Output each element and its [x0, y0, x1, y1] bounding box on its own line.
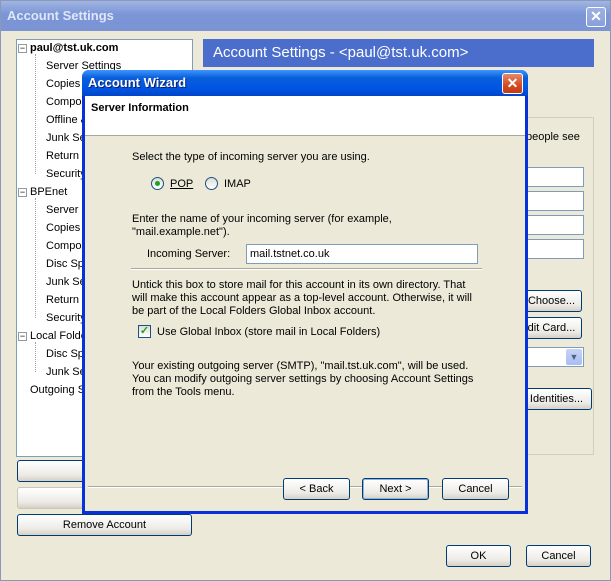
ok-button[interactable]: OK [446, 545, 511, 567]
smtp-info-line3: from the Tools menu. [132, 386, 235, 398]
choose-button[interactable]: Choose... [521, 290, 582, 312]
partial-label: people see [526, 131, 580, 143]
close-icon[interactable]: ✕ [586, 7, 606, 27]
pop-label-text: POP [170, 178, 194, 190]
text-field[interactable] [521, 215, 584, 235]
tree-item[interactable]: Junk Se [46, 274, 86, 290]
next-button[interactable]: Next > [362, 478, 429, 500]
pop-radio[interactable] [151, 177, 164, 190]
smtp-info-line1: Your existing outgoing server (SMTP), "m… [132, 360, 469, 372]
imap-label-text: IMAP [224, 178, 251, 190]
collapse-icon[interactable]: − [18, 332, 27, 341]
text-field[interactable] [521, 167, 584, 187]
tree-connector [35, 342, 36, 372]
global-inbox-info-line1: Untick this box to store mail for this a… [132, 279, 466, 291]
global-inbox-label[interactable]: Use Global Inbox (store mail in Local Fo… [157, 326, 380, 339]
smtp-info-line2: You can modify outgoing server settings … [132, 373, 474, 385]
tree-local-folders[interactable]: Local Folde [30, 328, 87, 344]
pop-label[interactable]: POP [170, 178, 193, 191]
back-button[interactable]: < Back [283, 478, 350, 500]
edit-card-button[interactable]: dit Card... [521, 317, 582, 339]
collapse-icon[interactable]: − [18, 44, 27, 53]
account-settings-title: Account Settings [7, 8, 114, 23]
text-field[interactable] [521, 239, 584, 259]
tree-item[interactable]: Security [46, 310, 86, 326]
cancel-button[interactable]: Cancel [526, 545, 591, 567]
wizard-page-title: Server Information [91, 102, 189, 114]
tree-item[interactable]: Junk Se [46, 364, 86, 380]
manage-identities-button[interactable]: Identities... [521, 388, 592, 410]
remove-account-button[interactable]: Remove Account [17, 514, 192, 536]
global-inbox-info-line2: will make this account appear as a top-l… [132, 292, 472, 304]
global-inbox-checkbox[interactable]: ✓ [138, 325, 151, 338]
wizard-page-header: Server Information [85, 96, 525, 136]
global-inbox-info-line3: be part of the Local Folders Global Inbo… [132, 305, 376, 317]
tree-item[interactable]: Return [46, 292, 79, 308]
smtp-select[interactable]: ▼ [521, 347, 584, 367]
section-divider [131, 268, 482, 270]
server-type-prompt: Select the type of incoming server you a… [132, 151, 370, 163]
account-settings-header: Account Settings - <paul@tst.uk.com> [203, 39, 594, 67]
wizard-title: Account Wizard [88, 75, 187, 90]
text-field[interactable] [521, 191, 584, 211]
server-name-prompt-example: "mail.example.net"). [132, 226, 230, 238]
tree-connector [35, 198, 36, 318]
tree-item[interactable]: Security [46, 166, 86, 182]
imap-radio[interactable] [205, 177, 218, 190]
tree-item[interactable]: Compos [46, 94, 87, 110]
wizard-titlebar[interactable]: Account Wizard ✕ [82, 70, 528, 96]
account-wizard-dialog: Account Wizard ✕ Server Information Sele… [82, 70, 528, 514]
wizard-body: Server Information Select the type of in… [85, 96, 525, 511]
tree-item[interactable]: Compos [46, 238, 87, 254]
server-name-prompt: Enter the name of your incoming server (… [132, 213, 392, 225]
tree-item[interactable]: Return [46, 148, 79, 164]
imap-label[interactable]: IMAP [224, 178, 251, 191]
tree-item[interactable]: Junk Se [46, 130, 86, 146]
tree-account-paul[interactable]: paul@tst.uk.com [30, 40, 118, 56]
collapse-icon[interactable]: − [18, 188, 27, 197]
chevron-down-icon[interactable]: ▼ [566, 349, 582, 365]
account-settings-titlebar[interactable]: Account Settings ✕ [1, 1, 610, 31]
close-icon[interactable]: ✕ [502, 73, 523, 94]
wizard-cancel-button[interactable]: Cancel [442, 478, 509, 500]
tree-outgoing-server[interactable]: Outgoing S [30, 382, 85, 398]
incoming-server-label: Incoming Server: [147, 248, 231, 260]
tree-connector [35, 54, 36, 174]
incoming-server-input[interactable]: mail.tstnet.co.uk [246, 244, 478, 264]
